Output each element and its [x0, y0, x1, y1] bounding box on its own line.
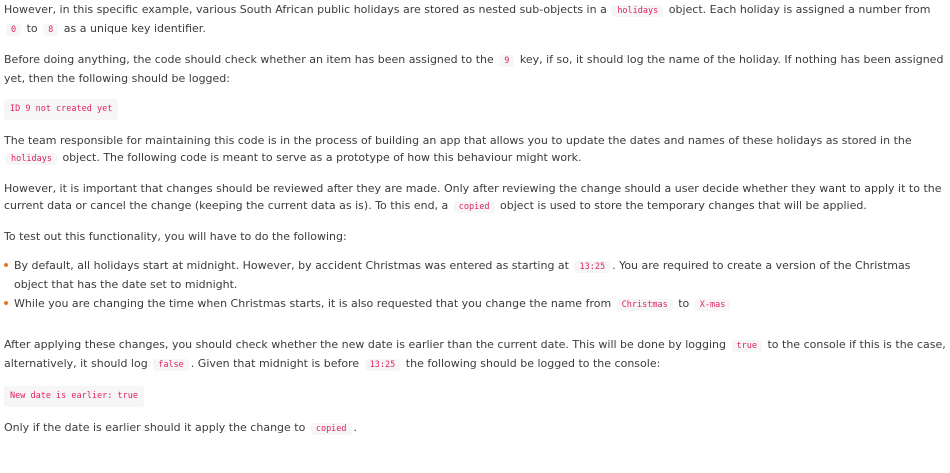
- paragraph-team-app: The team responsible for maintaining thi…: [4, 132, 946, 168]
- text: Only if the date is earlier should it ap…: [4, 421, 309, 434]
- inline-code-9: 9: [499, 55, 515, 67]
- inline-code-holidays: holidays: [6, 153, 57, 165]
- text: While you are changing the time when Chr…: [14, 297, 615, 310]
- text: the following should be logged to the co…: [402, 357, 661, 370]
- code-block-earlier: New date is earlier: true: [4, 386, 144, 407]
- code-block-not-created: ID 9 not created yet: [4, 99, 119, 120]
- inline-code-true: true: [731, 340, 762, 352]
- inline-code-copied: copied: [310, 423, 352, 435]
- text: object. The following code is meant to s…: [58, 151, 582, 164]
- bullet-icon: [4, 263, 8, 267]
- paragraph-key-check: Before doing anything, the code should c…: [4, 51, 946, 87]
- inline-code-8: 8: [43, 24, 59, 36]
- text: The team responsible for maintaining thi…: [4, 134, 912, 147]
- text: However, in this specific example, vario…: [4, 3, 611, 16]
- paragraph-holidays-intro: However, in this specific example, vario…: [4, 1, 946, 39]
- text: object is used to store the temporary ch…: [496, 199, 867, 212]
- text: object. Each holiday is assigned a numbe…: [665, 3, 931, 16]
- text: to: [23, 22, 42, 35]
- task-list: By default, all holidays start at midnig…: [4, 257, 946, 314]
- text: By default, all holidays start at midnig…: [14, 259, 573, 272]
- text: as a unique key identifier.: [60, 22, 206, 35]
- inline-code-time: 13:25: [364, 359, 401, 371]
- text: After applying these changes, you should…: [4, 338, 730, 351]
- document-body: However, in this specific example, vario…: [0, 0, 950, 438]
- inline-code-time: 13:25: [574, 261, 611, 273]
- paragraph-apply-change: Only if the date is earlier should it ap…: [4, 419, 946, 438]
- inline-code-holidays: holidays: [612, 5, 664, 17]
- bullet-icon: [4, 301, 8, 305]
- paragraph-date-check: After applying these changes, you should…: [4, 336, 946, 374]
- text: Before doing anything, the code should c…: [4, 53, 498, 66]
- paragraph-review-changes: However, it is important that changes sh…: [4, 180, 946, 216]
- text: .: [353, 421, 358, 434]
- list-item: By default, all holidays start at midnig…: [4, 257, 946, 293]
- inline-code-xmas: X-mas: [694, 299, 731, 311]
- inline-code-christmas: Christmas: [616, 299, 673, 311]
- inline-code-copied: copied: [453, 201, 495, 213]
- inline-code-0: 0: [6, 24, 22, 36]
- list-item: While you are changing the time when Chr…: [4, 295, 946, 314]
- paragraph-test-intro: To test out this functionality, you will…: [4, 230, 347, 243]
- text: to: [674, 297, 693, 310]
- inline-code-false: false: [153, 359, 189, 371]
- text: . Given that midnight is before: [190, 357, 363, 370]
